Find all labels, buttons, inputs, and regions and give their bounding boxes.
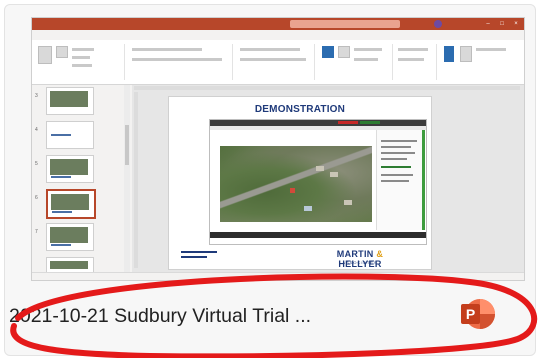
horizontal-ruler <box>134 86 520 90</box>
slide-thumb <box>46 155 94 183</box>
current-slide: DEMONSTRATION MARTIN & HELLYER ASSOCIATE… <box>168 96 432 270</box>
slide-thumb <box>46 257 94 273</box>
company-logo: MARTIN & HELLYER <box>336 249 384 269</box>
shapes-icon <box>322 46 334 58</box>
designer-icon <box>460 46 472 62</box>
slide-thumbnail-pane: 3 4 5 6 7 <box>32 85 120 273</box>
recording-indicator <box>338 121 358 124</box>
file-card[interactable]: – □ × 3 4 5 6 7 DEMONSTRATION MARTIN & H… <box>4 4 536 356</box>
taskbar <box>210 232 426 238</box>
side-panel <box>376 130 425 230</box>
maximize-icon: □ <box>500 21 504 27</box>
arrange-icon <box>338 46 350 58</box>
minimize-icon: – <box>486 21 490 27</box>
company-logo-subtitle: ASSOCIATES <box>342 260 378 265</box>
paste-icon <box>38 46 52 64</box>
slide-thumb <box>46 223 94 251</box>
file-name[interactable]: 2021-10-21 Sudbury Virtual Trial ... <box>9 305 311 328</box>
new-slide-icon <box>56 46 68 58</box>
slide-thumb <box>46 121 94 149</box>
search-box <box>290 20 400 28</box>
embedded-screenshot <box>209 119 427 245</box>
title-bar: – □ × <box>32 18 524 30</box>
slide-thumb <box>46 87 94 115</box>
powerpoint-letter: P <box>466 306 475 322</box>
powerpoint-icon: P <box>461 299 495 329</box>
slide-title: DEMONSTRATION <box>254 104 346 115</box>
avatar <box>434 20 442 28</box>
ribbon <box>32 40 524 85</box>
slide-thumb-selected <box>46 189 96 219</box>
slide-pane-scrollbar <box>124 85 130 272</box>
dictate-icon <box>444 46 454 62</box>
close-icon: × <box>514 21 518 27</box>
aerial-map-image <box>220 146 372 222</box>
file-thumbnail[interactable]: – □ × 3 4 5 6 7 DEMONSTRATION MARTIN & H… <box>31 17 525 281</box>
vertical-ruler <box>134 92 138 268</box>
status-bar <box>32 272 524 280</box>
